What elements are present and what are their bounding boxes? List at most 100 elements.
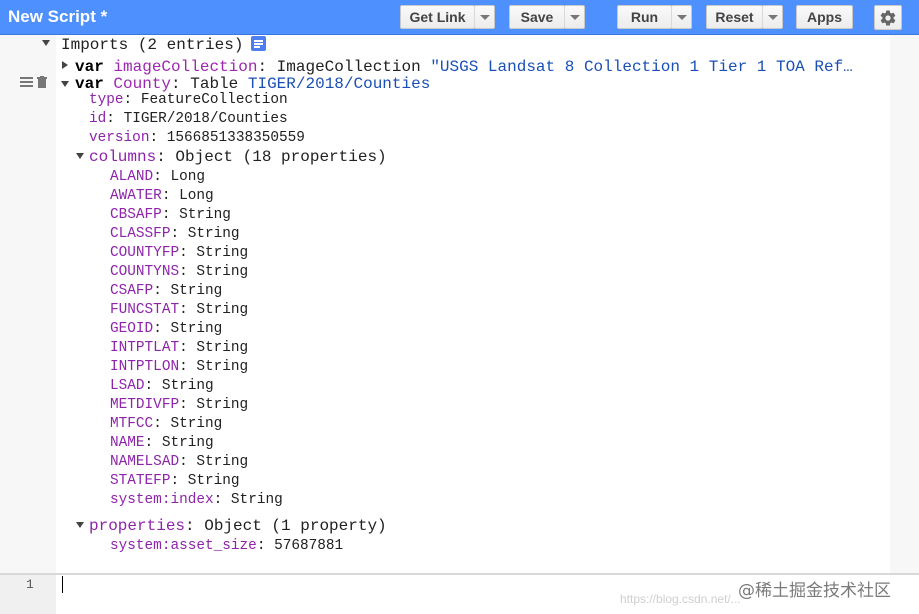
import-row-tools [20, 76, 47, 88]
tree-gutter [0, 35, 56, 575]
chevron-down-icon [676, 14, 687, 20]
column-row: ALAND: Long [110, 169, 206, 185]
apps-button[interactable]: Apps [796, 5, 853, 29]
column-key: COUNTYFP [110, 245, 180, 261]
county-collapse-toggle[interactable] [61, 81, 69, 87]
column-type: String [196, 245, 249, 261]
column-type: Long [170, 169, 206, 185]
field-row: id: TIGER/2018/Counties [89, 111, 288, 127]
column-type: String [196, 397, 249, 413]
column-row: NAME: String [110, 435, 214, 451]
column-row: COUNTYNS: String [110, 264, 249, 280]
column-key: LSAD [110, 378, 145, 394]
column-row: LSAD: String [110, 378, 214, 394]
imports-header[interactable]: Imports (2 entries) [61, 36, 243, 54]
column-type: String [196, 264, 249, 280]
field-key: type [89, 92, 124, 108]
chevron-down-icon [569, 14, 580, 20]
field-row: version: 1566851338350559 [89, 130, 305, 146]
run-button[interactable]: Run [617, 5, 672, 29]
image-collection-expand-toggle[interactable] [62, 61, 68, 69]
column-key: INTPTLON [110, 359, 180, 375]
script-title[interactable]: New Script * [8, 7, 107, 27]
column-row: NAMELSAD: String [110, 454, 249, 470]
column-key: STATEFP [110, 473, 171, 489]
settings-button[interactable] [874, 5, 902, 30]
column-key: NAME [110, 435, 145, 451]
save-button[interactable]: Save [509, 5, 565, 29]
import-image-collection[interactable]: var imageCollection: ImageCollection "US… [75, 58, 853, 76]
column-type: String [230, 492, 283, 508]
column-type: String [161, 435, 214, 451]
column-key: CSAFP [110, 283, 154, 299]
document-icon[interactable] [251, 36, 266, 51]
properties-key: properties [89, 517, 186, 535]
column-key: METDIVFP [110, 397, 180, 413]
imports-collapse-toggle[interactable] [42, 40, 50, 46]
properties-node[interactable]: properties: Object (1 property) [89, 517, 387, 535]
column-type: String [196, 454, 249, 470]
watermark-label: @稀土掘金技术社区 [738, 581, 891, 601]
properties-summary: Object (1 property) [204, 517, 387, 535]
drag-handle-icon[interactable] [20, 76, 33, 88]
run-dropdown[interactable] [671, 5, 692, 29]
properties-collapse-toggle[interactable] [76, 522, 84, 528]
column-row: COUNTYFP: String [110, 245, 249, 261]
column-key: CBSAFP [110, 207, 162, 223]
columns-key: columns [89, 148, 157, 166]
get-link-button[interactable]: Get Link [400, 5, 475, 29]
trash-icon[interactable] [37, 76, 47, 88]
column-row: INTPTLON: String [110, 359, 249, 375]
get-link-dropdown[interactable] [474, 5, 495, 29]
column-type: String [161, 378, 214, 394]
column-key: GEOID [110, 321, 154, 337]
column-type: String [170, 321, 223, 337]
column-key: MTFCC [110, 416, 154, 432]
column-type: String [179, 207, 231, 223]
script-toolbar: New Script * Get Link Save Run Reset App… [0, 0, 919, 35]
column-key: COUNTYNS [110, 264, 180, 280]
save-dropdown[interactable] [564, 5, 585, 29]
reset-button[interactable]: Reset [706, 5, 763, 29]
column-row: GEOID: String [110, 321, 223, 337]
imports-header-label: Imports (2 entries) [61, 36, 244, 54]
line-number: 1 [26, 577, 34, 592]
column-key: AWATER [110, 188, 162, 204]
watermark-url: https://blog.csdn.net/... [620, 592, 741, 606]
field-value: FeatureCollection [140, 92, 288, 108]
column-row: MTFCC: String [110, 416, 223, 432]
property-value: 57687881 [274, 538, 344, 554]
import-value: TIGER/2018/Counties [247, 75, 431, 93]
import-value: "USGS Landsat 8 Collection 1 Tier 1 TOA … [430, 58, 853, 76]
columns-node[interactable]: columns: Object (18 properties) [89, 148, 387, 166]
property-key: system:asset_size [110, 538, 257, 554]
column-row: CLASSFP: String [110, 226, 240, 242]
column-type: String [187, 473, 240, 489]
field-key: id [89, 111, 107, 127]
column-key: system:index [110, 492, 214, 508]
reset-dropdown[interactable] [762, 5, 783, 29]
columns-collapse-toggle[interactable] [76, 153, 84, 159]
column-key: INTPTLAT [110, 340, 180, 356]
column-key: ALAND [110, 169, 154, 185]
import-name: imageCollection [113, 58, 258, 76]
import-county[interactable]: var County: Table TIGER/2018/Counties [75, 75, 430, 93]
column-type: String [170, 416, 223, 432]
property-row: system:asset_size: 57687881 [110, 538, 344, 554]
column-type: Long [179, 188, 214, 204]
field-value: TIGER/2018/Counties [123, 111, 288, 127]
column-row: CSAFP: String [110, 283, 223, 299]
columns-summary: Object (18 properties) [175, 148, 387, 166]
column-key: NAMELSAD [110, 454, 180, 470]
text-caret [62, 576, 63, 593]
import-type: ImageCollection [276, 58, 421, 76]
var-keyword: var [75, 75, 104, 93]
column-row: system:index: String [110, 492, 283, 508]
column-type: String [170, 283, 223, 299]
gear-icon [880, 10, 896, 26]
import-type: Table [190, 75, 239, 93]
column-row: INTPTLAT: String [110, 340, 249, 356]
column-key: FUNCSTAT [110, 302, 180, 318]
field-value: 1566851338350559 [166, 130, 305, 146]
right-scroll-gutter[interactable] [890, 35, 919, 575]
